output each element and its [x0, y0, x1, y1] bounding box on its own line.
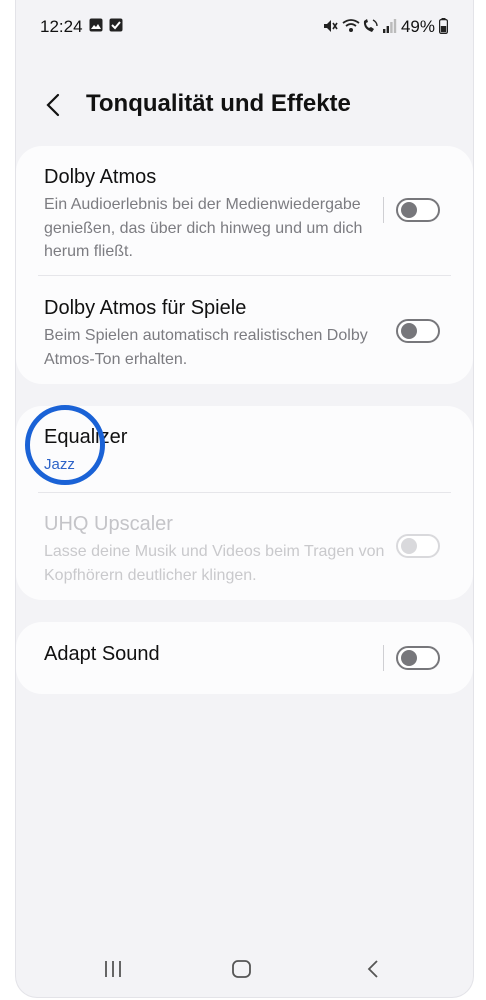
back-icon[interactable]	[363, 958, 385, 985]
uhq-upscaler-title: UHQ Upscaler	[44, 513, 173, 535]
mute-icon	[322, 18, 338, 39]
vertical-separator	[383, 197, 384, 223]
adapt-sound-title: Adapt Sound	[44, 643, 160, 665]
adapt-sound-row[interactable]: Adapt Sound	[16, 622, 473, 694]
dolby-atmos-description: Ein Audioerlebnis bei der Medienwiederga…	[44, 196, 363, 260]
home-icon[interactable]	[231, 958, 253, 985]
battery-icon	[439, 18, 449, 39]
recents-icon[interactable]	[102, 958, 124, 985]
status-bar: 12:24 49%	[16, 14, 473, 40]
vertical-separator	[383, 645, 384, 671]
page-header: Tonqualität und Effekte	[16, 84, 473, 128]
toggle-knob	[401, 650, 417, 666]
signal-icon	[383, 18, 397, 39]
checkbox-icon	[109, 18, 123, 37]
dolby-atmos-toggle[interactable]	[396, 198, 440, 222]
dolby-atmos-games-toggle[interactable]	[396, 319, 440, 343]
battery-percent: 49%	[400, 17, 435, 36]
dolby-atmos-games-row[interactable]: Dolby Atmos für Spiele Beim Spielen auto…	[16, 276, 473, 384]
back-arrow-icon[interactable]	[42, 90, 66, 120]
navigation-bar	[16, 950, 473, 994]
page-title: Tonqualität und Effekte	[86, 90, 351, 117]
dolby-card: Dolby Atmos Ein Audioerlebnis bei der Me…	[16, 146, 473, 384]
status-time: 12:24	[40, 17, 83, 36]
adapt-sound-toggle[interactable]	[396, 646, 440, 670]
uhq-upscaler-toggle	[396, 534, 440, 558]
uhq-upscaler-row: UHQ Upscaler Lasse deine Musik und Video…	[16, 493, 473, 600]
phone-screen: 12:24 49% Tonqualität und Effekte Dolby …	[15, 0, 474, 998]
toggle-knob	[401, 323, 417, 339]
toggle-knob	[401, 538, 417, 554]
wifi-call-icon	[342, 18, 380, 39]
uhq-upscaler-description: Lasse deine Musik und Videos beim Tragen…	[44, 543, 385, 584]
gallery-icon	[89, 18, 103, 37]
toggle-knob	[401, 202, 417, 218]
dolby-atmos-row[interactable]: Dolby Atmos Ein Audioerlebnis bei der Me…	[16, 146, 473, 275]
dolby-atmos-games-description: Beim Spielen automatisch realistischen D…	[44, 327, 368, 368]
highlight-circle	[25, 405, 105, 485]
dolby-atmos-games-title: Dolby Atmos für Spiele	[44, 297, 247, 319]
adapt-sound-card: Adapt Sound	[16, 622, 473, 694]
dolby-atmos-title: Dolby Atmos	[44, 166, 157, 188]
